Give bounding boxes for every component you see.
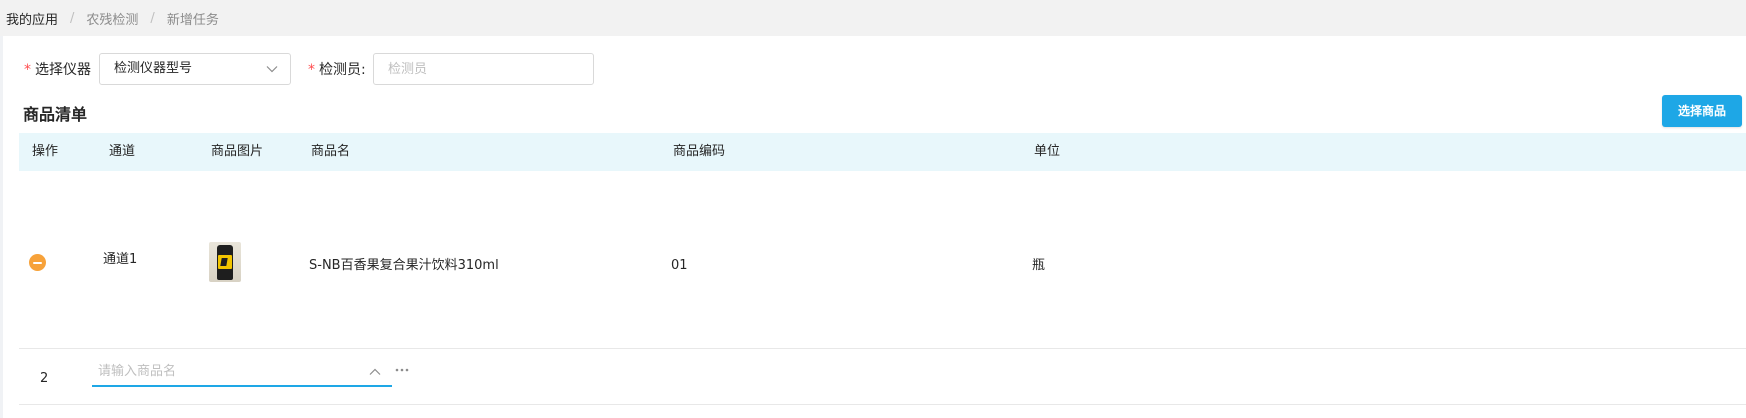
- instrument-select-value: 检测仪器型号: [114, 61, 193, 76]
- inspector-input[interactable]: [373, 53, 594, 85]
- breadcrumb-item-my-apps[interactable]: 我的应用: [6, 9, 58, 28]
- row-channel: 通道1: [103, 252, 138, 267]
- select-product-button[interactable]: 选择商品: [1662, 95, 1742, 127]
- instrument-label-text: 选择仪器: [35, 62, 91, 78]
- breadcrumb-separator: /: [70, 10, 75, 26]
- row-divider: [19, 348, 1746, 349]
- row-product-code: 01: [671, 258, 688, 273]
- chevron-down-icon: [266, 54, 278, 84]
- table-header: 操作 通道 商品图片 商品名 商品编码 单位: [19, 133, 1746, 171]
- instrument-select[interactable]: 检测仪器型号: [99, 53, 291, 85]
- column-header-unit: 单位: [1034, 144, 1061, 159]
- product-image: [209, 242, 241, 282]
- column-header-code: 商品编码: [673, 144, 726, 159]
- new-row-index: 2: [40, 371, 49, 386]
- row-divider: [19, 404, 1746, 405]
- product-name-input[interactable]: [92, 357, 392, 387]
- section-title: 商品清单: [23, 105, 88, 124]
- breadcrumb-separator: /: [150, 10, 155, 26]
- row-unit: 瓶: [1032, 258, 1046, 273]
- inspector-label: * 检测员:: [308, 60, 366, 80]
- remove-row-button[interactable]: [29, 254, 46, 271]
- remove-circle-icon: [33, 261, 42, 264]
- required-mark: *: [24, 62, 31, 78]
- more-icon[interactable]: [395, 364, 409, 376]
- chevron-up-icon[interactable]: [369, 366, 381, 378]
- inspector-label-text: 检测员:: [319, 62, 366, 78]
- row-product-name: S-NB百香果复合果汁饮料310ml: [309, 258, 499, 273]
- instrument-label: * 选择仪器: [24, 60, 91, 80]
- required-mark: *: [308, 62, 315, 78]
- column-header-image: 商品图片: [211, 144, 264, 159]
- breadcrumb-item-pesticide-detection[interactable]: 农残检测: [86, 9, 138, 28]
- beverage-can-icon: [217, 245, 233, 280]
- column-header-channel: 通道: [109, 144, 136, 159]
- breadcrumb-item-new-task: 新增任务: [166, 12, 219, 28]
- breadcrumb: 我的应用 / 农残检测 / 新增任务: [0, 0, 1746, 36]
- column-header-action: 操作: [32, 144, 59, 159]
- column-header-name: 商品名: [311, 144, 351, 159]
